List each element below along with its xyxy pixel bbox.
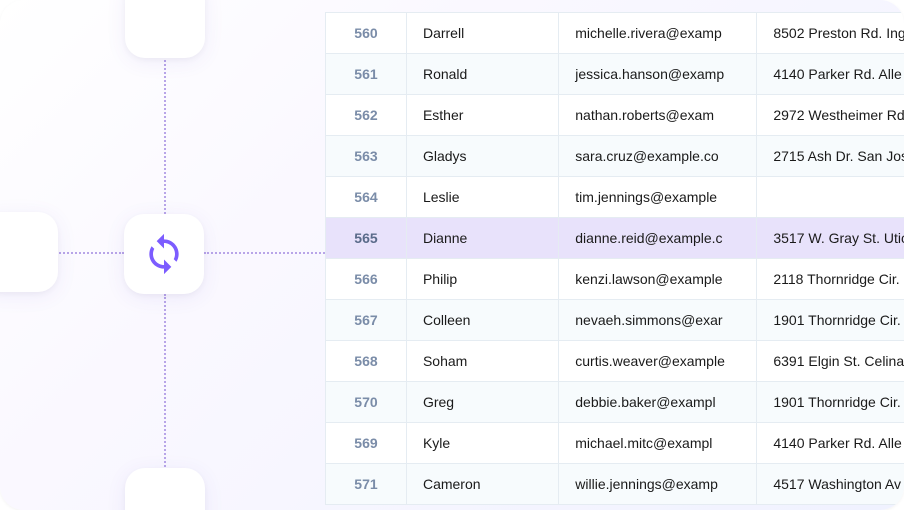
table-row[interactable]: 560Darrellmichelle.rivera@examp8502 Pres… (326, 13, 904, 54)
row-email: debbie.baker@exampl (559, 382, 757, 423)
row-email: michelle.rivera@examp (559, 13, 757, 54)
row-email: nathan.roberts@exam (559, 95, 757, 136)
connector-right (204, 252, 325, 254)
row-id: 565 (326, 218, 407, 259)
row-address: 4517 Washington Av (757, 464, 904, 505)
row-email: willie.jennings@examp (559, 464, 757, 505)
row-name: Philip (406, 259, 558, 300)
row-name: Cameron (406, 464, 558, 505)
row-address: 4140 Parker Rd. Alle (757, 423, 904, 464)
row-id: 569 (326, 423, 407, 464)
table-row[interactable]: 571Cameronwillie.jennings@examp4517 Wash… (326, 464, 904, 505)
row-name: Esther (406, 95, 558, 136)
row-name: Greg (406, 382, 558, 423)
node-bottom (125, 468, 205, 510)
diagram-canvas: 560Darrellmichelle.rivera@examp8502 Pres… (0, 0, 904, 510)
table-row[interactable]: 562Esthernathan.roberts@exam2972 Westhei… (326, 95, 904, 136)
row-id: 563 (326, 136, 407, 177)
row-name: Gladys (406, 136, 558, 177)
row-email: jessica.hanson@examp (559, 54, 757, 95)
row-email: kenzi.lawson@example (559, 259, 757, 300)
row-address: 8502 Preston Rd. Ing (757, 13, 904, 54)
row-name: Darrell (406, 13, 558, 54)
row-id: 566 (326, 259, 407, 300)
table-row[interactable]: 565Diannedianne.reid@example.c3517 W. Gr… (326, 218, 904, 259)
row-id: 561 (326, 54, 407, 95)
node-sync (124, 214, 204, 294)
row-address: 6391 Elgin St. Celina (757, 341, 904, 382)
row-name: Ronald (406, 54, 558, 95)
row-email: tim.jennings@example (559, 177, 757, 218)
table-row[interactable]: 569Kylemichael.mitc@exampl4140 Parker Rd… (326, 423, 904, 464)
row-name: Kyle (406, 423, 558, 464)
row-id: 571 (326, 464, 407, 505)
row-address (757, 177, 904, 218)
row-address: 2715 Ash Dr. San Jos (757, 136, 904, 177)
data-table: 560Darrellmichelle.rivera@examp8502 Pres… (325, 12, 904, 505)
row-address: 1901 Thornridge Cir. (757, 382, 904, 423)
row-address: 2972 Westheimer Rd (757, 95, 904, 136)
table-row[interactable]: 561Ronaldjessica.hanson@examp4140 Parker… (326, 54, 904, 95)
row-email: sara.cruz@example.co (559, 136, 757, 177)
table-row[interactable]: 563Gladyssara.cruz@example.co2715 Ash Dr… (326, 136, 904, 177)
node-left (0, 212, 58, 292)
row-id: 564 (326, 177, 407, 218)
table-row[interactable]: 570Gregdebbie.baker@exampl1901 Thornridg… (326, 382, 904, 423)
row-email: nevaeh.simmons@exar (559, 300, 757, 341)
row-id: 568 (326, 341, 407, 382)
row-id: 560 (326, 13, 407, 54)
row-name: Colleen (406, 300, 558, 341)
row-id: 570 (326, 382, 407, 423)
row-name: Dianne (406, 218, 558, 259)
table-row[interactable]: 566Philipkenzi.lawson@example2118 Thornr… (326, 259, 904, 300)
row-address: 3517 W. Gray St. Utic (757, 218, 904, 259)
node-top (125, 0, 205, 58)
table-row[interactable]: 567Colleennevaeh.simmons@exar1901 Thornr… (326, 300, 904, 341)
table-row[interactable]: 564Leslietim.jennings@example (326, 177, 904, 218)
row-name: Leslie (406, 177, 558, 218)
row-name: Soham (406, 341, 558, 382)
sync-icon (142, 232, 186, 276)
table-row[interactable]: 568Sohamcurtis.weaver@example6391 Elgin … (326, 341, 904, 382)
row-address: 1901 Thornridge Cir. (757, 300, 904, 341)
row-id: 562 (326, 95, 407, 136)
row-email: michael.mitc@exampl (559, 423, 757, 464)
row-id: 567 (326, 300, 407, 341)
row-email: curtis.weaver@example (559, 341, 757, 382)
row-email: dianne.reid@example.c (559, 218, 757, 259)
row-address: 2118 Thornridge Cir. (757, 259, 904, 300)
row-address: 4140 Parker Rd. Alle (757, 54, 904, 95)
